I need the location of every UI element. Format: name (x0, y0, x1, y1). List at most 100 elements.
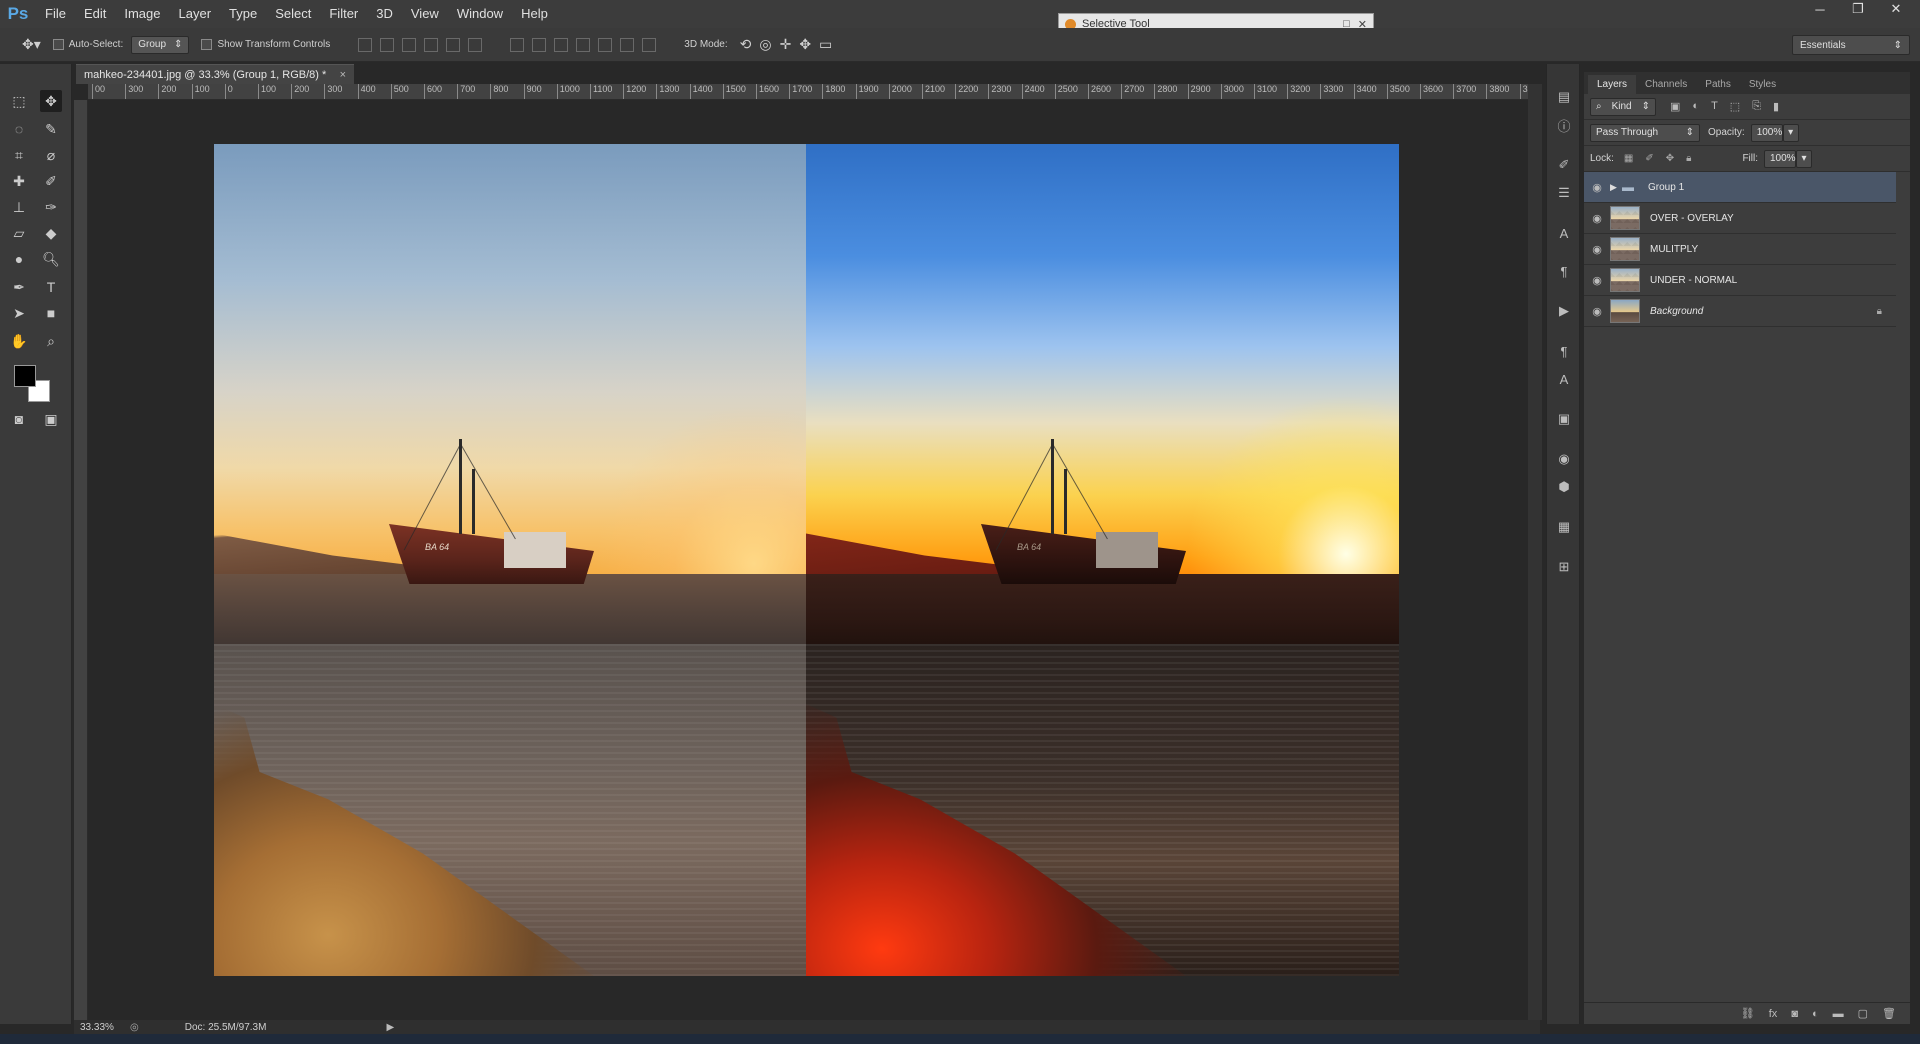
menu-select[interactable]: Select (266, 0, 320, 28)
fx-icon[interactable]: fx (1769, 1008, 1778, 1020)
menu-filter[interactable]: Filter (320, 0, 367, 28)
filter-pixel-icon[interactable]: ▣ (1670, 100, 1680, 113)
vertical-scrollbar[interactable] (1528, 84, 1542, 1020)
path-selection-tool-icon[interactable]: ➤ (8, 302, 30, 324)
opacity-slider-button[interactable]: ▾ (1782, 123, 1799, 142)
tab-paths[interactable]: Paths (1696, 75, 1740, 94)
actions-panel-icon[interactable]: ▶ (1555, 302, 1573, 320)
rectangle-tool-icon[interactable]: ■ (40, 302, 62, 324)
tab-channels[interactable]: Channels (1636, 75, 1696, 94)
properties-panel-icon[interactable]: ▣ (1555, 410, 1573, 428)
menu-layer[interactable]: Layer (170, 0, 221, 28)
paragraph-panel-icon[interactable]: ¶ (1555, 262, 1573, 280)
folder-icon[interactable]: ▬ (1833, 1008, 1844, 1020)
3d-slide-icon[interactable]: ✥ (799, 36, 811, 53)
blur-tool-icon[interactable]: ● (8, 248, 30, 270)
quick-mask-icon[interactable]: ◙ (8, 408, 30, 430)
layer-row-multiply[interactable]: ◉ MULITPLY (1584, 234, 1896, 265)
opacity-input[interactable]: 100% (1750, 123, 1783, 142)
menu-3d[interactable]: 3D (367, 0, 402, 28)
foreground-color-swatch[interactable] (14, 365, 36, 387)
brush-tool-icon[interactable]: ✐ (40, 170, 62, 192)
align-left-icon[interactable] (424, 37, 439, 52)
auto-align-icon[interactable] (642, 37, 657, 52)
distribute-hcenter-icon[interactable] (598, 37, 613, 52)
new-layer-icon[interactable]: ▢ (1858, 1007, 1868, 1020)
align-bottom-icon[interactable] (402, 37, 417, 52)
lock-all-icon[interactable]: 🔒︎ (1686, 153, 1691, 164)
lock-pixels-icon[interactable]: ✐ (1645, 153, 1653, 164)
minimize-button[interactable]: ─ (1806, 0, 1834, 18)
menu-type[interactable]: Type (220, 0, 266, 28)
eyedropper-tool-icon[interactable]: ⌀ (40, 144, 62, 166)
adjustments-panel-icon[interactable]: ☰ (1555, 184, 1573, 202)
show-transform-checkbox[interactable] (201, 39, 213, 50)
paragraph-styles-icon[interactable]: ¶ (1555, 342, 1573, 360)
histogram-panel-icon[interactable]: ▤ (1555, 88, 1573, 106)
paint-bucket-tool-icon[interactable]: ◆ (40, 222, 62, 244)
mask-icon[interactable]: ◙ (1791, 1008, 1798, 1020)
3d-scale-icon[interactable]: ▭ (819, 36, 832, 53)
trash-icon[interactable]: 🗑︎ (1882, 1007, 1896, 1020)
distribute-top-icon[interactable] (510, 37, 525, 52)
lock-transparent-icon[interactable]: ▦ (1624, 153, 1633, 164)
quick-select-tool-icon[interactable]: ✎ (40, 118, 62, 140)
align-vcenter-icon[interactable] (380, 37, 395, 52)
distribute-right-icon[interactable] (620, 37, 635, 52)
clone-stamp-tool-icon[interactable]: ⊥ (8, 196, 30, 218)
layer-row-group-1[interactable]: ◉ ▶ ▬ Group 1 (1584, 172, 1896, 203)
tab-layers[interactable]: Layers (1588, 75, 1637, 94)
type-tool-icon[interactable]: T (40, 276, 62, 298)
eye-icon[interactable]: ◉ (1584, 212, 1610, 225)
3d-drag-icon[interactable]: ✛ (780, 36, 792, 53)
menu-help[interactable]: Help (512, 0, 557, 28)
dodge-tool-icon[interactable]: 🔍︎ (40, 248, 62, 270)
lock-position-icon[interactable]: ✥ (1666, 153, 1674, 164)
document-close-button[interactable]: × (340, 69, 346, 81)
pen-tool-icon[interactable]: ✒ (8, 276, 30, 298)
move-tool-preset-icon[interactable]: ✥▾ (22, 36, 41, 53)
eraser-tool-icon[interactable]: ▱ (8, 222, 30, 244)
disclosure-triangle-icon[interactable]: ▶ (1610, 182, 1622, 193)
history-brush-tool-icon[interactable]: ✑ (40, 196, 62, 218)
align-top-icon[interactable] (358, 37, 373, 52)
layer-row-background[interactable]: ◉ Background 🔒︎ (1584, 296, 1896, 327)
align-hcenter-icon[interactable] (446, 37, 461, 52)
fill-input[interactable]: 100% (1764, 149, 1796, 168)
restore-button[interactable]: ❐ (1844, 0, 1872, 18)
layer-filter-dropdown[interactable]: ⌕ Kind ⇕ (1590, 97, 1656, 116)
filter-type-icon[interactable]: T (1711, 100, 1718, 113)
screen-mode-icon[interactable]: ▣ (40, 408, 62, 430)
close-button[interactable]: ✕ (1882, 0, 1910, 18)
3d-rotate-icon[interactable]: ⟲ (740, 36, 752, 53)
behance-panel-icon[interactable]: ◉ (1555, 450, 1573, 468)
eye-icon[interactable]: ◉ (1584, 305, 1610, 318)
character-panel-icon[interactable]: A (1555, 224, 1573, 242)
crop-tool-icon[interactable]: ⌗ (8, 144, 30, 166)
tool-presets-icon[interactable]: ⊞ (1555, 558, 1573, 576)
lasso-tool-icon[interactable]: ◌ (8, 118, 30, 140)
adjustment-icon[interactable]: ◐ (1812, 1008, 1819, 1020)
status-menu-arrow-icon[interactable]: ▶ (386, 1022, 394, 1033)
eye-icon[interactable]: ◉ (1584, 274, 1610, 287)
menu-view[interactable]: View (402, 0, 448, 28)
3d-panel-icon[interactable]: ⬢ (1555, 478, 1573, 496)
character-styles-icon[interactable]: A (1555, 370, 1573, 388)
marquee-tool-icon[interactable]: ⬚ (8, 90, 30, 112)
eye-icon[interactable]: ◉ (1584, 181, 1610, 194)
workspace-dropdown[interactable]: Essentials ⇕ (1792, 35, 1910, 55)
distribute-bottom-icon[interactable] (554, 37, 569, 52)
eye-icon[interactable]: ◉ (1584, 243, 1610, 256)
align-right-icon[interactable] (468, 37, 483, 52)
info-panel-icon[interactable]: ⓘ (1555, 116, 1573, 134)
link-icon[interactable]: ⛓ (1741, 1007, 1755, 1020)
document-tab[interactable]: mahkeo-234401.jpg @ 33.3% (Group 1, RGB/… (76, 64, 354, 84)
auto-select-dropdown[interactable]: Group ⇕ (131, 35, 190, 54)
auto-select-checkbox[interactable] (52, 39, 64, 50)
menu-window[interactable]: Window (448, 0, 512, 28)
distribute-left-icon[interactable] (576, 37, 591, 52)
3d-roll-icon[interactable]: ◎ (759, 36, 771, 53)
menu-edit[interactable]: Edit (75, 0, 115, 28)
filter-smart-object-icon[interactable]: ⎘ (1752, 100, 1761, 113)
menu-image[interactable]: Image (115, 0, 169, 28)
